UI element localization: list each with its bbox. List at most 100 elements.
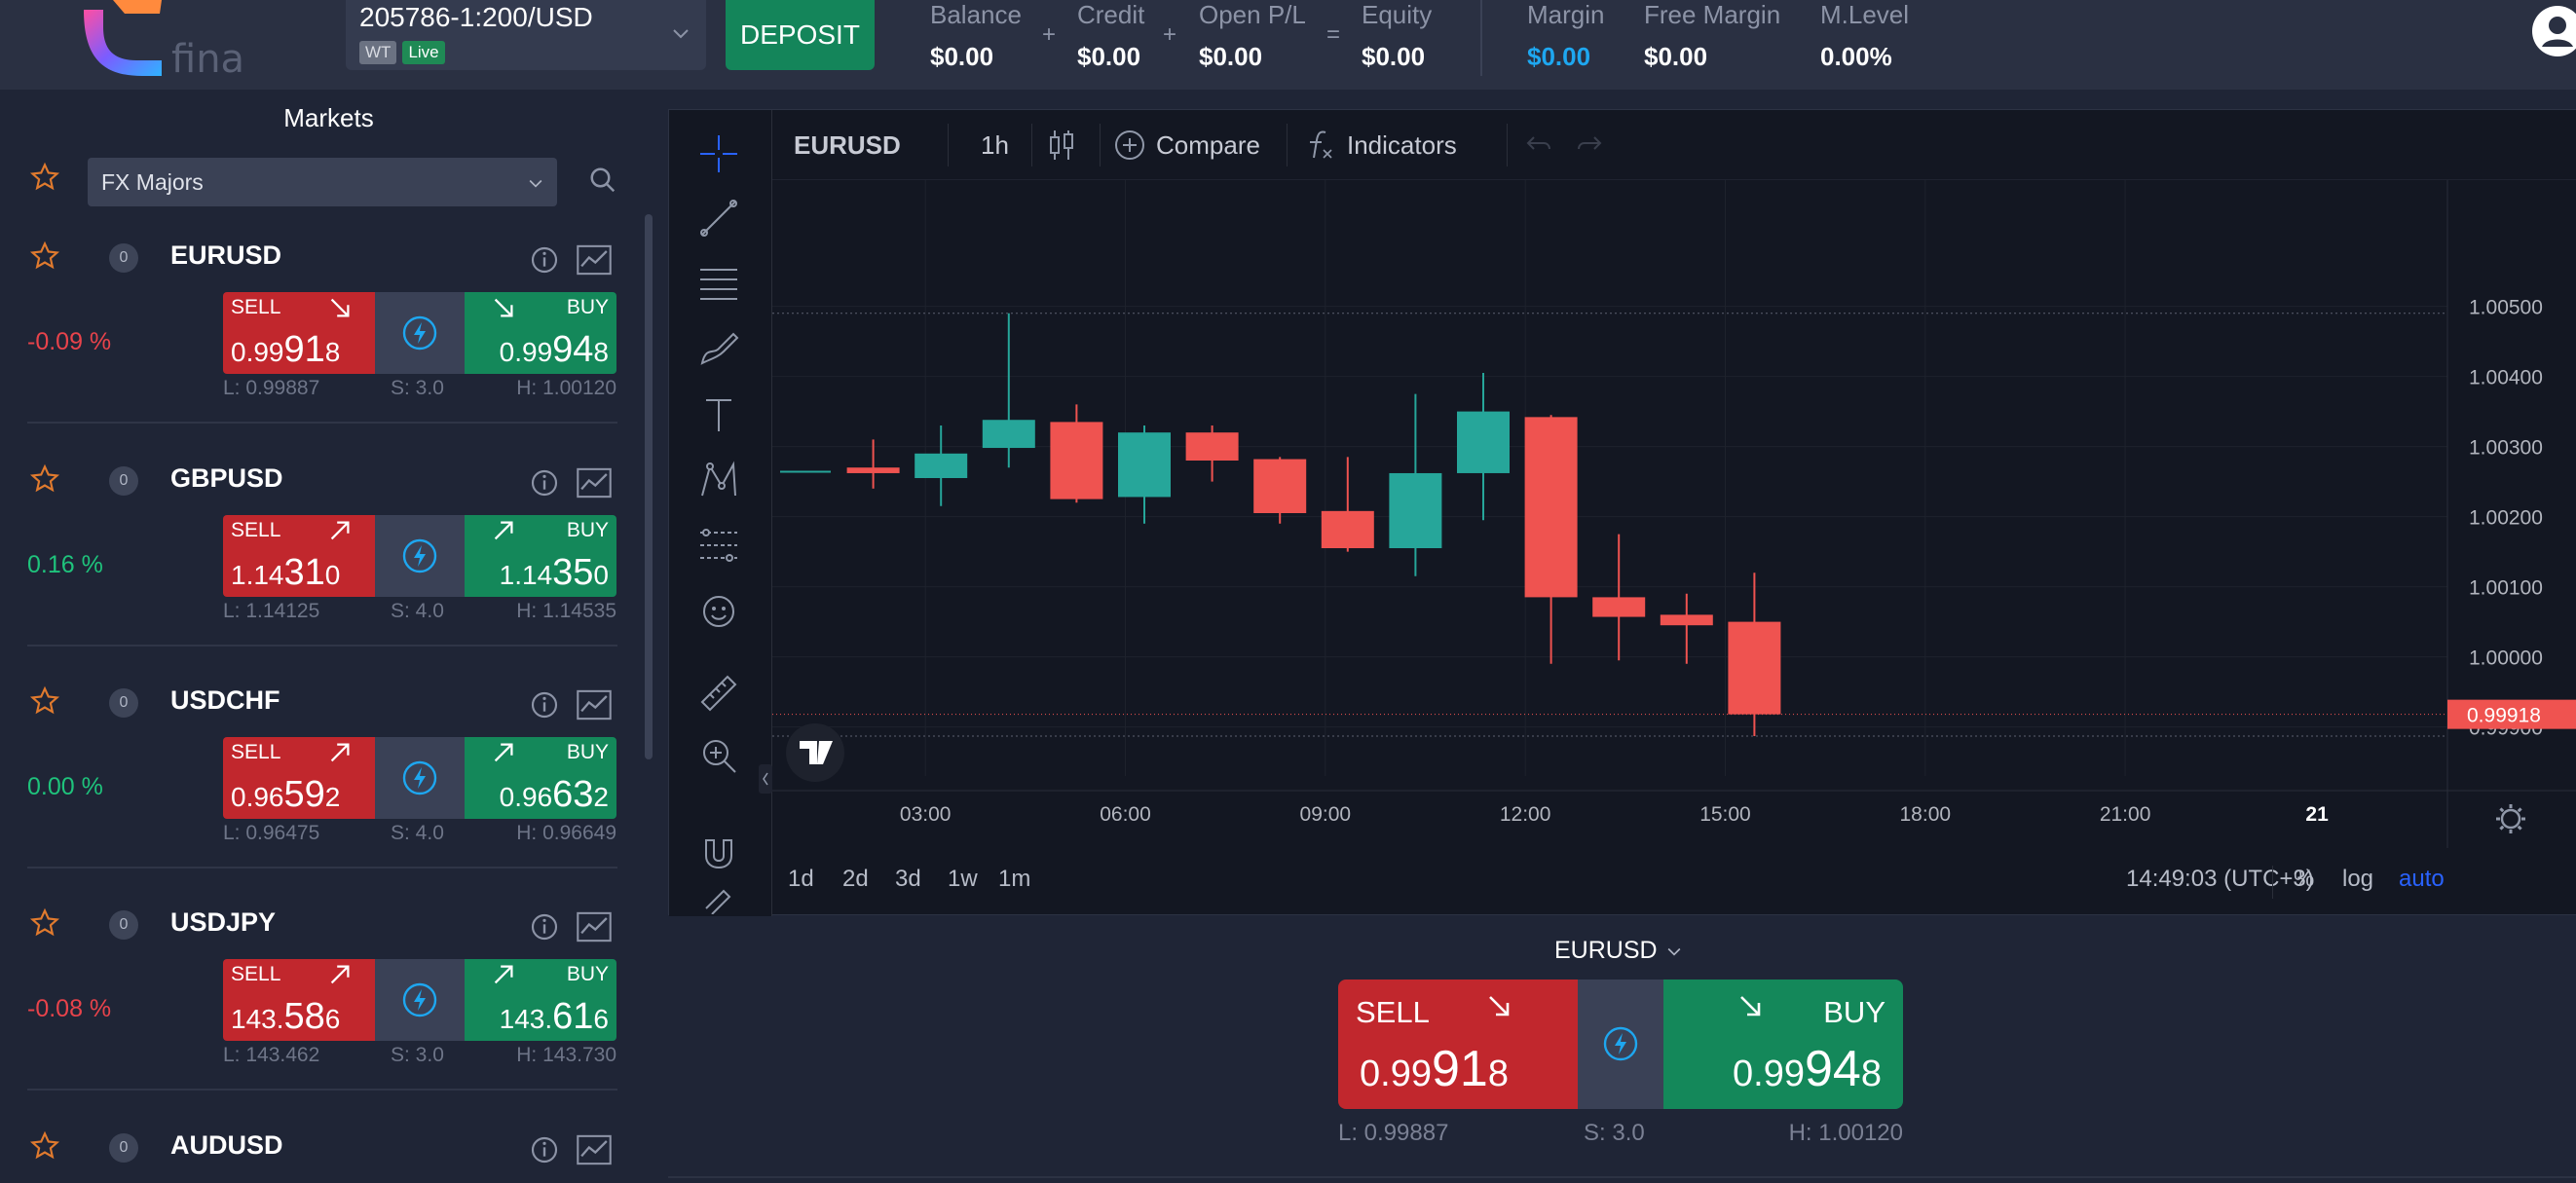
horizontal-lines-icon[interactable] [696,260,741,305]
equity-label: Equity [1362,0,1433,29]
redo-icon[interactable] [1575,110,1604,180]
sidebar-scrollbar[interactable] [645,214,653,759]
favorite-star-icon[interactable] [29,463,60,495]
emoji-icon[interactable] [696,589,741,634]
tradingview-logo-icon[interactable] [786,723,844,782]
range-3d-button[interactable]: 3d [895,866,921,893]
zoom-in-icon[interactable] [696,733,741,778]
favorite-star-icon[interactable] [29,907,60,939]
range-2d-button[interactable]: 2d [842,866,869,893]
gear-tooth [2499,825,2505,831]
candle-body[interactable] [1524,417,1578,598]
brush-icon[interactable] [696,326,741,371]
fib-levels-icon[interactable] [696,523,741,568]
compare-button[interactable]: Compare [1113,110,1260,180]
chart-icon[interactable] [577,467,612,499]
symbol-name[interactable]: EURUSD [170,240,281,271]
collapse-toolbar-icon[interactable] [759,764,772,794]
chart-icon[interactable] [577,244,612,276]
auto-scale-toggle[interactable]: auto [2399,866,2445,893]
info-icon[interactable] [529,1134,560,1165]
buy-button[interactable]: BUY 0.99948 [465,292,616,374]
sell-button[interactable]: SELL 0.96592 [223,737,375,819]
ruler-icon[interactable] [696,671,741,716]
market-row[interactable]: 0 AUDUSD [0,1101,645,1179]
market-group-select[interactable]: FX Majors [88,158,557,206]
symbol-name[interactable]: AUDUSD [170,1130,283,1161]
info-icon[interactable] [529,911,560,943]
info-icon[interactable] [529,467,560,499]
favorites-star-icon[interactable] [29,162,60,193]
sell-button[interactable]: SELL 0.99918 [1338,980,1578,1109]
price-chart[interactable]: 1.00500 1.00400 1.00300 1.00200 1.00100 1.000… [772,180,2576,848]
chevron-down-icon[interactable] [669,21,692,45]
info-icon[interactable] [529,244,560,276]
crosshair-icon[interactable] [696,131,741,176]
market-row[interactable]: 0 USDCHF 0.00 % SELL 0.96592 BUY 0.96632 [0,656,645,878]
gear-tooth [2517,807,2522,813]
favorite-star-icon[interactable] [29,1130,60,1162]
favorite-star-icon[interactable] [29,685,60,717]
sell-button[interactable]: SELL 1.14310 [223,515,375,597]
symbol-name[interactable]: USDJPY [170,907,276,938]
indicators-button[interactable]: Indicators [1304,110,1457,180]
magnet-icon[interactable] [696,831,741,875]
buy-button[interactable]: BUY 1.14350 [465,515,616,597]
range-1d-button[interactable]: 1d [788,866,814,893]
brand-logo[interactable]: fina [74,0,259,86]
lock-drawings-icon[interactable] [696,889,741,914]
candle-body[interactable] [846,467,900,473]
candle-body[interactable] [915,453,968,478]
range-1m-button[interactable]: 1m [998,866,1030,893]
market-row[interactable]: 0 GBPUSD 0.16 % SELL 1.14310 BUY 1.14350 [0,434,645,656]
symbol-name[interactable]: GBPUSD [170,463,283,494]
candle-type-icon[interactable] [1047,110,1076,180]
one-click-trading-toggle[interactable] [1578,980,1663,1109]
pattern-tool-icon[interactable] [696,457,741,501]
chart-clock[interactable]: 14:49:03 (UTC+3) [2126,866,2314,893]
candle-body[interactable] [982,420,1035,449]
account-selector[interactable]: 205786-1:200/USD WT Live [346,0,706,70]
candle-body[interactable] [1321,510,1374,548]
range-1w-button[interactable]: 1w [948,866,978,893]
buy-button[interactable]: BUY 0.99948 [1663,980,1903,1109]
chart-icon[interactable] [577,689,612,721]
candle-body[interactable] [1253,459,1307,513]
buy-button[interactable]: BUY 0.96632 [465,737,616,819]
chart-icon[interactable] [577,1134,612,1165]
candle-body[interactable] [1592,597,1646,617]
divider [27,867,617,869]
search-icon[interactable] [588,166,617,195]
candle-body[interactable] [1389,472,1442,548]
info-icon[interactable] [529,689,560,721]
symbol-name[interactable]: USDCHF [170,685,280,716]
deposit-button[interactable]: DEPOSIT [726,0,875,70]
one-click-trading-toggle[interactable] [375,737,465,819]
chart-icon[interactable] [577,911,612,943]
sell-price-prefix: 0.99 [231,337,284,367]
trend-line-icon[interactable] [696,196,741,240]
one-click-trading-toggle[interactable] [375,515,465,597]
undo-icon[interactable] [1524,110,1553,180]
candle-body[interactable] [1457,411,1510,473]
candle-body[interactable] [1728,621,1781,715]
candle-body[interactable] [1185,432,1239,461]
market-row[interactable]: 0 USDJPY -0.08 % SELL 143.586 BUY 143.61… [0,878,645,1100]
sell-button[interactable]: SELL 143.586 [223,959,375,1041]
candle-body[interactable] [1118,432,1171,498]
sell-button[interactable]: SELL 0.99918 [223,292,375,374]
buy-button[interactable]: BUY 143.616 [465,959,616,1041]
one-click-trading-toggle[interactable] [375,292,465,374]
one-click-trading-toggle[interactable] [375,959,465,1041]
candle-body[interactable] [1050,422,1103,499]
text-tool-icon[interactable] [696,392,741,437]
favorite-star-icon[interactable] [29,240,60,272]
percent-scale-toggle[interactable]: % [2294,866,2314,893]
order-symbol-select[interactable]: EURUSD [1554,937,1684,965]
log-scale-toggle[interactable]: log [2342,866,2373,893]
chart-symbol[interactable]: EURUSD [794,110,901,180]
user-avatar-icon[interactable] [2528,2,2576,60]
market-row[interactable]: 0 EURUSD -0.09 % SELL 0.99918 BUY 0.9994… [0,211,645,433]
interval-button[interactable]: 1h [981,110,1009,180]
candle-body[interactable] [1660,614,1713,626]
